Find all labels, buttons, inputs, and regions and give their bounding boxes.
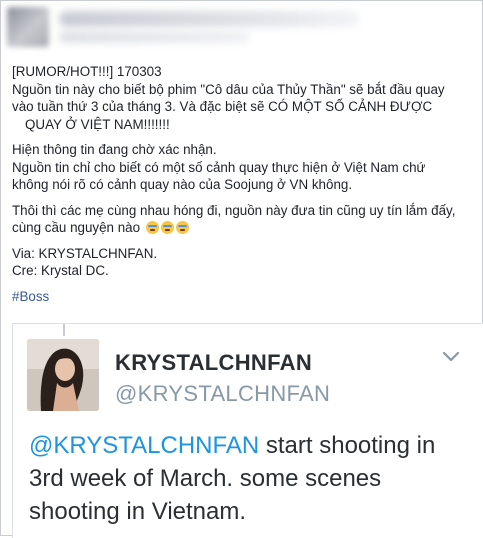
tweet-handle[interactable]: @KRYSTALCHNFAN (115, 381, 330, 407)
post-line-text: cùng cầu nguyện nào (12, 220, 141, 235)
crying-face-emoji-icon (175, 221, 189, 234)
post-line: không nói rõ có cảnh quay nào của Soojun… (12, 177, 353, 192)
hashtag-link[interactable]: #Boss (12, 289, 49, 304)
tweet-text: @KRYSTALCHNFAN start shooting in 3rd wee… (29, 429, 474, 528)
crying-face-emoji-icon (145, 221, 159, 234)
post-line: Nguồn tin chỉ cho biết có một số cảnh qu… (12, 159, 426, 175)
poster-name-blurred[interactable] (59, 11, 359, 27)
post-line: [RUMOR/HOT!!!] 170303 (12, 64, 162, 79)
post-body: [RUMOR/HOT!!!] 170303 Nguồn tin này cho … (12, 63, 478, 313)
chevron-down-icon[interactable] (442, 350, 460, 364)
post-header-blurred (7, 5, 417, 49)
paragraph-hashtag: #Boss (12, 288, 478, 306)
post-line: Nguồn tin này cho biết bộ phim "Cô dâu c… (12, 81, 445, 97)
embedded-tweet[interactable]: KRYSTALCHNFAN @KRYSTALCHNFAN @KRYSTALCHN… (12, 323, 483, 538)
paragraph-credits: Via: KRYSTALCHNFAN. Cre: Krystal DC. (12, 245, 478, 280)
paragraph-wait: Thôi thì các mẹ cùng nhau hóng đi, nguồn… (12, 202, 478, 237)
post-line: cùng cầu nguyện nào (12, 219, 478, 237)
paragraph-confirmation: Hiện thông tin đang chờ xác nhận. Nguồn … (12, 141, 478, 194)
post-line: vào tuần thứ 3 của tháng 3. Và đặc biệt … (12, 99, 433, 114)
post-line: QUAY Ở VIỆT NAM!!!!!!! (25, 116, 170, 132)
via-credit: Via: KRYSTALCHNFAN. (12, 245, 158, 261)
cre-credit: Cre: Krystal DC. (12, 263, 109, 278)
divider (63, 324, 65, 336)
poster-avatar[interactable] (7, 7, 49, 47)
crying-face-emoji-icon (160, 221, 174, 234)
tweet-mention-link[interactable]: @KRYSTALCHNFAN (29, 432, 259, 459)
paragraph-rumor: [RUMOR/HOT!!!] 170303 Nguồn tin này cho … (12, 63, 478, 133)
avatar[interactable] (27, 339, 99, 411)
post-line: Hiện thông tin đang chờ xác nhận. (12, 142, 217, 157)
post-meta-blurred (59, 31, 249, 43)
tweet-display-name[interactable]: KRYSTALCHNFAN (115, 350, 312, 376)
avatar-photo (27, 339, 99, 411)
facebook-post: [RUMOR/HOT!!!] 170303 Nguồn tin này cho … (0, 0, 483, 538)
post-line: Thôi thì các mẹ cùng nhau hóng đi, nguồn… (12, 202, 456, 218)
